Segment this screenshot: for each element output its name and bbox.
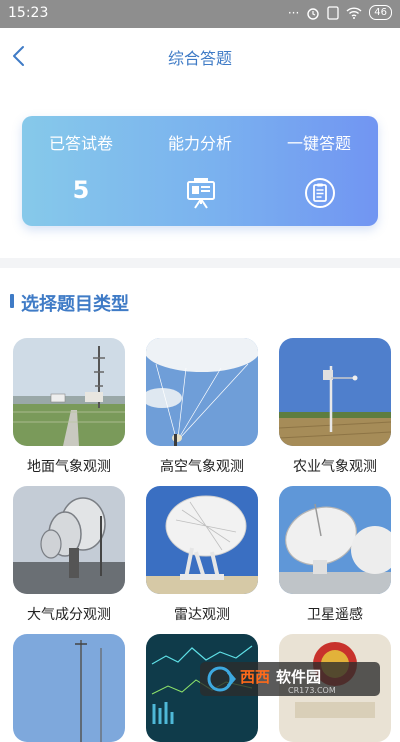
status-bar: 15:23 ··· 46 <box>0 0 400 28</box>
status-time: 15:23 <box>8 5 49 21</box>
svg-text:CR173.COM: CR173.COM <box>288 686 336 695</box>
category-thumbnail <box>13 486 125 594</box>
alarm-icon <box>307 7 319 20</box>
wifi-icon <box>346 6 362 19</box>
section-divider <box>0 258 400 268</box>
category-surface-observation[interactable]: 地面气象观测 <box>13 338 125 475</box>
stat-label: 一键答题 <box>286 134 351 153</box>
clipboard-list-icon <box>305 178 335 208</box>
nav-bar: 综合答题 <box>0 28 400 84</box>
category-radar-observation[interactable]: 雷达观测 <box>146 486 258 623</box>
category-satellite-remote-sensing[interactable]: 卫星遥感 <box>279 486 391 623</box>
category-thumbnail <box>146 338 258 446</box>
category-label: 雷达观测 <box>174 607 230 623</box>
battery-indicator: 46 <box>369 5 392 20</box>
category-label: 农业气象观测 <box>293 459 377 475</box>
section-title: 选择题目类型 <box>21 294 129 315</box>
svg-text:西西: 西西 <box>240 668 270 686</box>
quick-answer-button[interactable]: 一键答题 <box>260 116 378 226</box>
category-label: 卫星遥感 <box>307 607 363 623</box>
category-label: 高空气象观测 <box>160 459 244 475</box>
category-label: 大气成分观测 <box>27 607 111 623</box>
svg-text:软件园: 软件园 <box>276 668 321 686</box>
sim-icon <box>327 5 339 20</box>
ability-analysis-button[interactable]: 能力分析 <box>141 116 259 226</box>
category-upper-air-observation[interactable]: 高空气象观测 <box>146 338 258 475</box>
category-thumbnail <box>13 634 125 742</box>
category-thumbnail <box>279 486 391 594</box>
answered-papers-stat[interactable]: 已答试卷 5 <box>22 116 140 226</box>
watermark: 西西 软件园 CR173.COM <box>200 662 380 696</box>
stats-card: 已答试卷 5 能力分析 一键答题 <box>22 116 378 226</box>
more-icon: ··· <box>287 5 300 20</box>
category-label: 地面气象观测 <box>27 459 111 475</box>
stat-label: 能力分析 <box>167 134 232 153</box>
category-atmospheric-composition[interactable]: 大气成分观测 <box>13 486 125 623</box>
stat-label: 已答试卷 <box>48 134 113 153</box>
category-item-7[interactable] <box>13 634 125 742</box>
presentation-board-icon <box>187 178 215 209</box>
status-icons: ··· 46 <box>288 5 392 20</box>
category-thumbnail <box>279 338 391 446</box>
category-thumbnail <box>146 486 258 594</box>
category-thumbnail <box>13 338 125 446</box>
answered-count: 5 <box>72 176 90 204</box>
page-title: 综合答题 <box>167 49 232 68</box>
section-title-marker <box>10 294 14 308</box>
category-agricultural-observation[interactable]: 农业气象观测 <box>279 338 391 475</box>
